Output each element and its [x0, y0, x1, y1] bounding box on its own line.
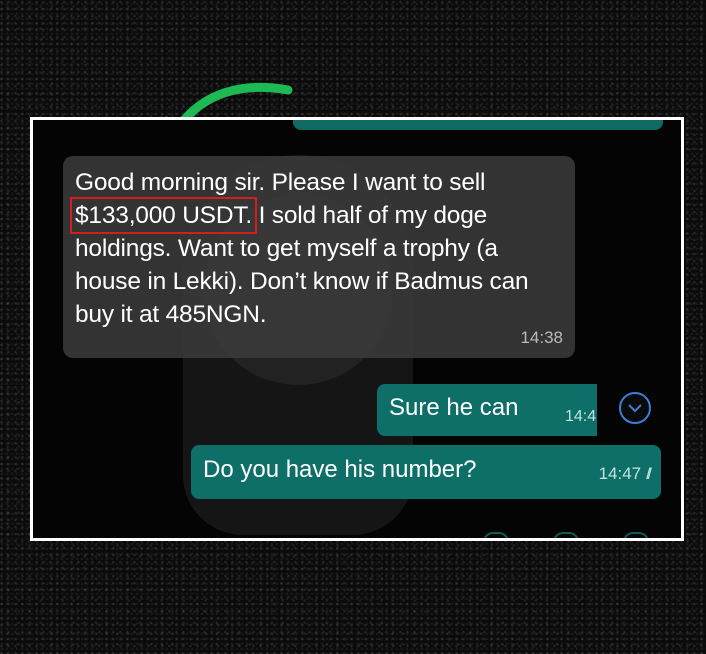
scroll-down-button[interactable]: [619, 392, 651, 424]
incoming-message-bubble[interactable]: Good morning sir. Please I want to sell $…: [63, 156, 575, 358]
message-timestamp: 14:47//: [598, 464, 652, 483]
chevron-down-icon: [628, 404, 642, 413]
chat-input-bar: [33, 518, 681, 538]
outgoing-message-text: Sure he can: [389, 394, 519, 421]
incoming-message-text: Good morning sir. Please I want to sell $…: [70, 166, 561, 331]
message-timestamp: 14:4: [565, 408, 597, 425]
message-text-before: Good morning sir. Please I want to sell: [75, 169, 486, 196]
message-timestamp: 14:38: [520, 328, 563, 347]
outgoing-message-bubble[interactable]: Do you have his number? 14:47//: [191, 445, 661, 499]
chat-screenshot-frame: Good morning sir. Please I want to sell $…: [30, 117, 684, 541]
microphone-icon[interactable]: [623, 532, 649, 538]
outgoing-message-text: Do you have his number?: [203, 456, 477, 483]
double-check-icon: //: [646, 466, 652, 483]
highlighted-amount: $133,000 USDT.: [70, 197, 257, 234]
attachment-icon[interactable]: [483, 532, 509, 538]
outgoing-message-bubble[interactable]: Sure he can 14:4: [377, 384, 597, 436]
camera-icon[interactable]: [553, 532, 579, 538]
previous-message-bubble: [293, 120, 663, 130]
